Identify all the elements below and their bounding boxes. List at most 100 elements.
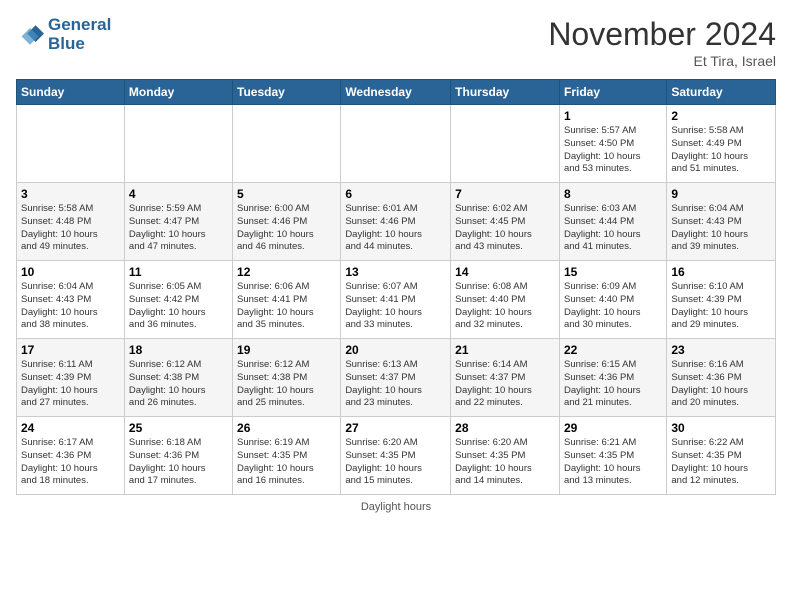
day-info: Sunrise: 6:12 AM Sunset: 4:38 PM Dayligh… — [129, 359, 228, 410]
calendar-day-cell: 10 Sunrise: 6:04 AM Sunset: 4:43 PM Dayli… — [17, 261, 125, 339]
calendar-day-cell — [124, 105, 232, 183]
day-info: Sunrise: 5:57 AM Sunset: 4:50 PM Dayligh… — [564, 125, 662, 176]
calendar-day-header: Tuesday — [233, 80, 341, 105]
title-block: November 2024 Et Tira, Israel — [548, 16, 776, 69]
day-number: 23 — [671, 343, 771, 357]
footer-note: Daylight hours — [16, 501, 776, 513]
calendar-day-cell: 19 Sunrise: 6:12 AM Sunset: 4:38 PM Dayli… — [233, 339, 341, 417]
calendar-day-cell: 11 Sunrise: 6:05 AM Sunset: 4:42 PM Dayli… — [124, 261, 232, 339]
day-number: 22 — [564, 343, 662, 357]
day-info: Sunrise: 6:13 AM Sunset: 4:37 PM Dayligh… — [345, 359, 446, 410]
calendar-day-cell: 16 Sunrise: 6:10 AM Sunset: 4:39 PM Dayli… — [667, 261, 776, 339]
day-number: 19 — [237, 343, 336, 357]
day-number: 9 — [671, 187, 771, 201]
day-info: Sunrise: 6:10 AM Sunset: 4:39 PM Dayligh… — [671, 281, 771, 332]
calendar-day-header: Friday — [559, 80, 666, 105]
calendar-day-cell: 2 Sunrise: 5:58 AM Sunset: 4:49 PM Daylig… — [667, 105, 776, 183]
day-number: 10 — [21, 265, 120, 279]
logo: General Blue — [16, 16, 111, 53]
calendar-day-cell: 8Sunrise: 6:03 AM Sunset: 4:44 PM Daylig… — [559, 183, 666, 261]
calendar-week-row: 3 Sunrise: 5:58 AM Sunset: 4:48 PM Daylig… — [17, 183, 776, 261]
daylight-label: Daylight hours — [361, 501, 431, 513]
day-info: Sunrise: 6:14 AM Sunset: 4:37 PM Dayligh… — [455, 359, 555, 410]
calendar-table: SundayMondayTuesdayWednesdayThursdayFrid… — [16, 79, 776, 495]
day-number: 30 — [671, 421, 771, 435]
day-number: 4 — [129, 187, 228, 201]
day-number: 26 — [237, 421, 336, 435]
day-info: Sunrise: 6:21 AM Sunset: 4:35 PM Dayligh… — [564, 437, 662, 488]
calendar-day-header: Saturday — [667, 80, 776, 105]
day-number: 11 — [129, 265, 228, 279]
calendar-day-cell: 29 Sunrise: 6:21 AM Sunset: 4:35 PM Dayli… — [559, 417, 666, 495]
calendar-day-cell: 21 Sunrise: 6:14 AM Sunset: 4:37 PM Dayli… — [451, 339, 560, 417]
calendar-day-cell: 23 Sunrise: 6:16 AM Sunset: 4:36 PM Dayli… — [667, 339, 776, 417]
calendar-week-row: 17Sunrise: 6:11 AM Sunset: 4:39 PM Dayli… — [17, 339, 776, 417]
calendar-day-cell — [233, 105, 341, 183]
calendar-day-cell: 18 Sunrise: 6:12 AM Sunset: 4:38 PM Dayli… — [124, 339, 232, 417]
day-info: Sunrise: 6:08 AM Sunset: 4:40 PM Dayligh… — [455, 281, 555, 332]
day-info: Sunrise: 6:01 AM Sunset: 4:46 PM Dayligh… — [345, 203, 446, 254]
calendar-day-cell: 24 Sunrise: 6:17 AM Sunset: 4:36 PM Dayli… — [17, 417, 125, 495]
calendar-day-cell: 22Sunrise: 6:15 AM Sunset: 4:36 PM Dayli… — [559, 339, 666, 417]
day-info: Sunrise: 6:22 AM Sunset: 4:35 PM Dayligh… — [671, 437, 771, 488]
day-info: Sunrise: 6:06 AM Sunset: 4:41 PM Dayligh… — [237, 281, 336, 332]
calendar-day-cell: 7 Sunrise: 6:02 AM Sunset: 4:45 PM Daylig… — [451, 183, 560, 261]
day-number: 21 — [455, 343, 555, 357]
day-info: Sunrise: 5:59 AM Sunset: 4:47 PM Dayligh… — [129, 203, 228, 254]
calendar-day-cell — [17, 105, 125, 183]
day-info: Sunrise: 6:20 AM Sunset: 4:35 PM Dayligh… — [345, 437, 446, 488]
calendar-week-row: 24 Sunrise: 6:17 AM Sunset: 4:36 PM Dayli… — [17, 417, 776, 495]
calendar-day-cell — [451, 105, 560, 183]
day-info: Sunrise: 6:16 AM Sunset: 4:36 PM Dayligh… — [671, 359, 771, 410]
location-subtitle: Et Tira, Israel — [548, 53, 776, 69]
calendar-day-header: Sunday — [17, 80, 125, 105]
calendar-day-cell: 20 Sunrise: 6:13 AM Sunset: 4:37 PM Dayli… — [341, 339, 451, 417]
day-info: Sunrise: 6:17 AM Sunset: 4:36 PM Dayligh… — [21, 437, 120, 488]
header: General Blue November 2024 Et Tira, Isra… — [16, 16, 776, 69]
day-number: 2 — [671, 109, 771, 123]
day-number: 24 — [21, 421, 120, 435]
day-number: 29 — [564, 421, 662, 435]
calendar-day-cell: 5 Sunrise: 6:00 AM Sunset: 4:46 PM Daylig… — [233, 183, 341, 261]
month-title: November 2024 — [548, 16, 776, 53]
logo-text-blue: Blue — [48, 35, 111, 54]
day-number: 13 — [345, 265, 446, 279]
day-number: 18 — [129, 343, 228, 357]
calendar-day-cell: 13 Sunrise: 6:07 AM Sunset: 4:41 PM Dayli… — [341, 261, 451, 339]
day-number: 12 — [237, 265, 336, 279]
calendar-day-cell — [341, 105, 451, 183]
calendar-day-header: Thursday — [451, 80, 560, 105]
day-info: Sunrise: 6:00 AM Sunset: 4:46 PM Dayligh… — [237, 203, 336, 254]
calendar-day-cell: 25Sunrise: 6:18 AM Sunset: 4:36 PM Dayli… — [124, 417, 232, 495]
calendar-day-cell: 15 Sunrise: 6:09 AM Sunset: 4:40 PM Dayli… — [559, 261, 666, 339]
day-number: 20 — [345, 343, 446, 357]
day-number: 7 — [455, 187, 555, 201]
day-number: 3 — [21, 187, 120, 201]
day-number: 27 — [345, 421, 446, 435]
day-number: 6 — [345, 187, 446, 201]
day-info: Sunrise: 6:07 AM Sunset: 4:41 PM Dayligh… — [345, 281, 446, 332]
calendar-day-cell: 17Sunrise: 6:11 AM Sunset: 4:39 PM Dayli… — [17, 339, 125, 417]
logo-text-general: General — [48, 15, 111, 34]
calendar-day-cell: 27 Sunrise: 6:20 AM Sunset: 4:35 PM Dayli… — [341, 417, 451, 495]
calendar-day-cell: 26Sunrise: 6:19 AM Sunset: 4:35 PM Dayli… — [233, 417, 341, 495]
day-number: 5 — [237, 187, 336, 201]
day-info: Sunrise: 6:12 AM Sunset: 4:38 PM Dayligh… — [237, 359, 336, 410]
day-info: Sunrise: 6:04 AM Sunset: 4:43 PM Dayligh… — [21, 281, 120, 332]
day-info: Sunrise: 6:04 AM Sunset: 4:43 PM Dayligh… — [671, 203, 771, 254]
calendar-day-cell: 12 Sunrise: 6:06 AM Sunset: 4:41 PM Dayli… — [233, 261, 341, 339]
day-number: 28 — [455, 421, 555, 435]
day-info: Sunrise: 6:18 AM Sunset: 4:36 PM Dayligh… — [129, 437, 228, 488]
day-number: 14 — [455, 265, 555, 279]
day-number: 15 — [564, 265, 662, 279]
calendar-day-cell: 14 Sunrise: 6:08 AM Sunset: 4:40 PM Dayli… — [451, 261, 560, 339]
day-number: 16 — [671, 265, 771, 279]
day-info: Sunrise: 5:58 AM Sunset: 4:49 PM Dayligh… — [671, 125, 771, 176]
logo-icon — [16, 21, 44, 49]
day-info: Sunrise: 6:05 AM Sunset: 4:42 PM Dayligh… — [129, 281, 228, 332]
page: General Blue November 2024 Et Tira, Isra… — [0, 0, 792, 612]
day-info: Sunrise: 6:02 AM Sunset: 4:45 PM Dayligh… — [455, 203, 555, 254]
day-info: Sunrise: 5:58 AM Sunset: 4:48 PM Dayligh… — [21, 203, 120, 254]
calendar-week-row: 10 Sunrise: 6:04 AM Sunset: 4:43 PM Dayli… — [17, 261, 776, 339]
day-info: Sunrise: 6:09 AM Sunset: 4:40 PM Dayligh… — [564, 281, 662, 332]
